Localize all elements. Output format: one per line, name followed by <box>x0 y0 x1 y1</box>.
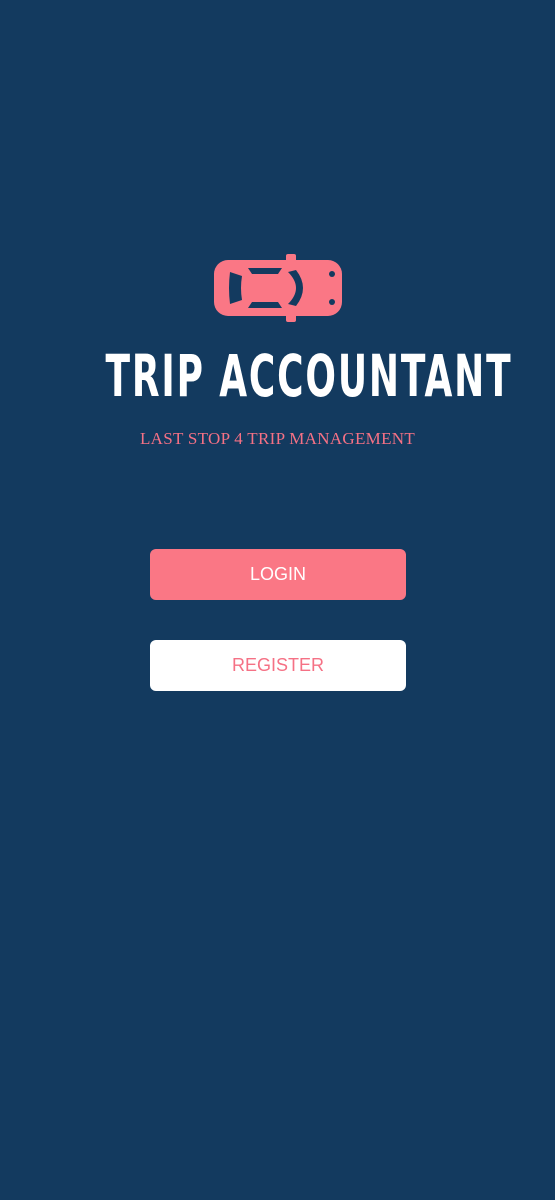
car-icon <box>212 254 344 322</box>
app-title: TRIP ACCOUNTANT <box>105 342 513 410</box>
register-button[interactable]: REGISTER <box>150 640 406 691</box>
welcome-screen: TRIP ACCOUNTANT LAST STOP 4 TRIP MANAGEM… <box>0 0 555 1200</box>
app-tagline: LAST STOP 4 TRIP MANAGEMENT <box>139 429 416 448</box>
login-button[interactable]: LOGIN <box>150 549 406 600</box>
